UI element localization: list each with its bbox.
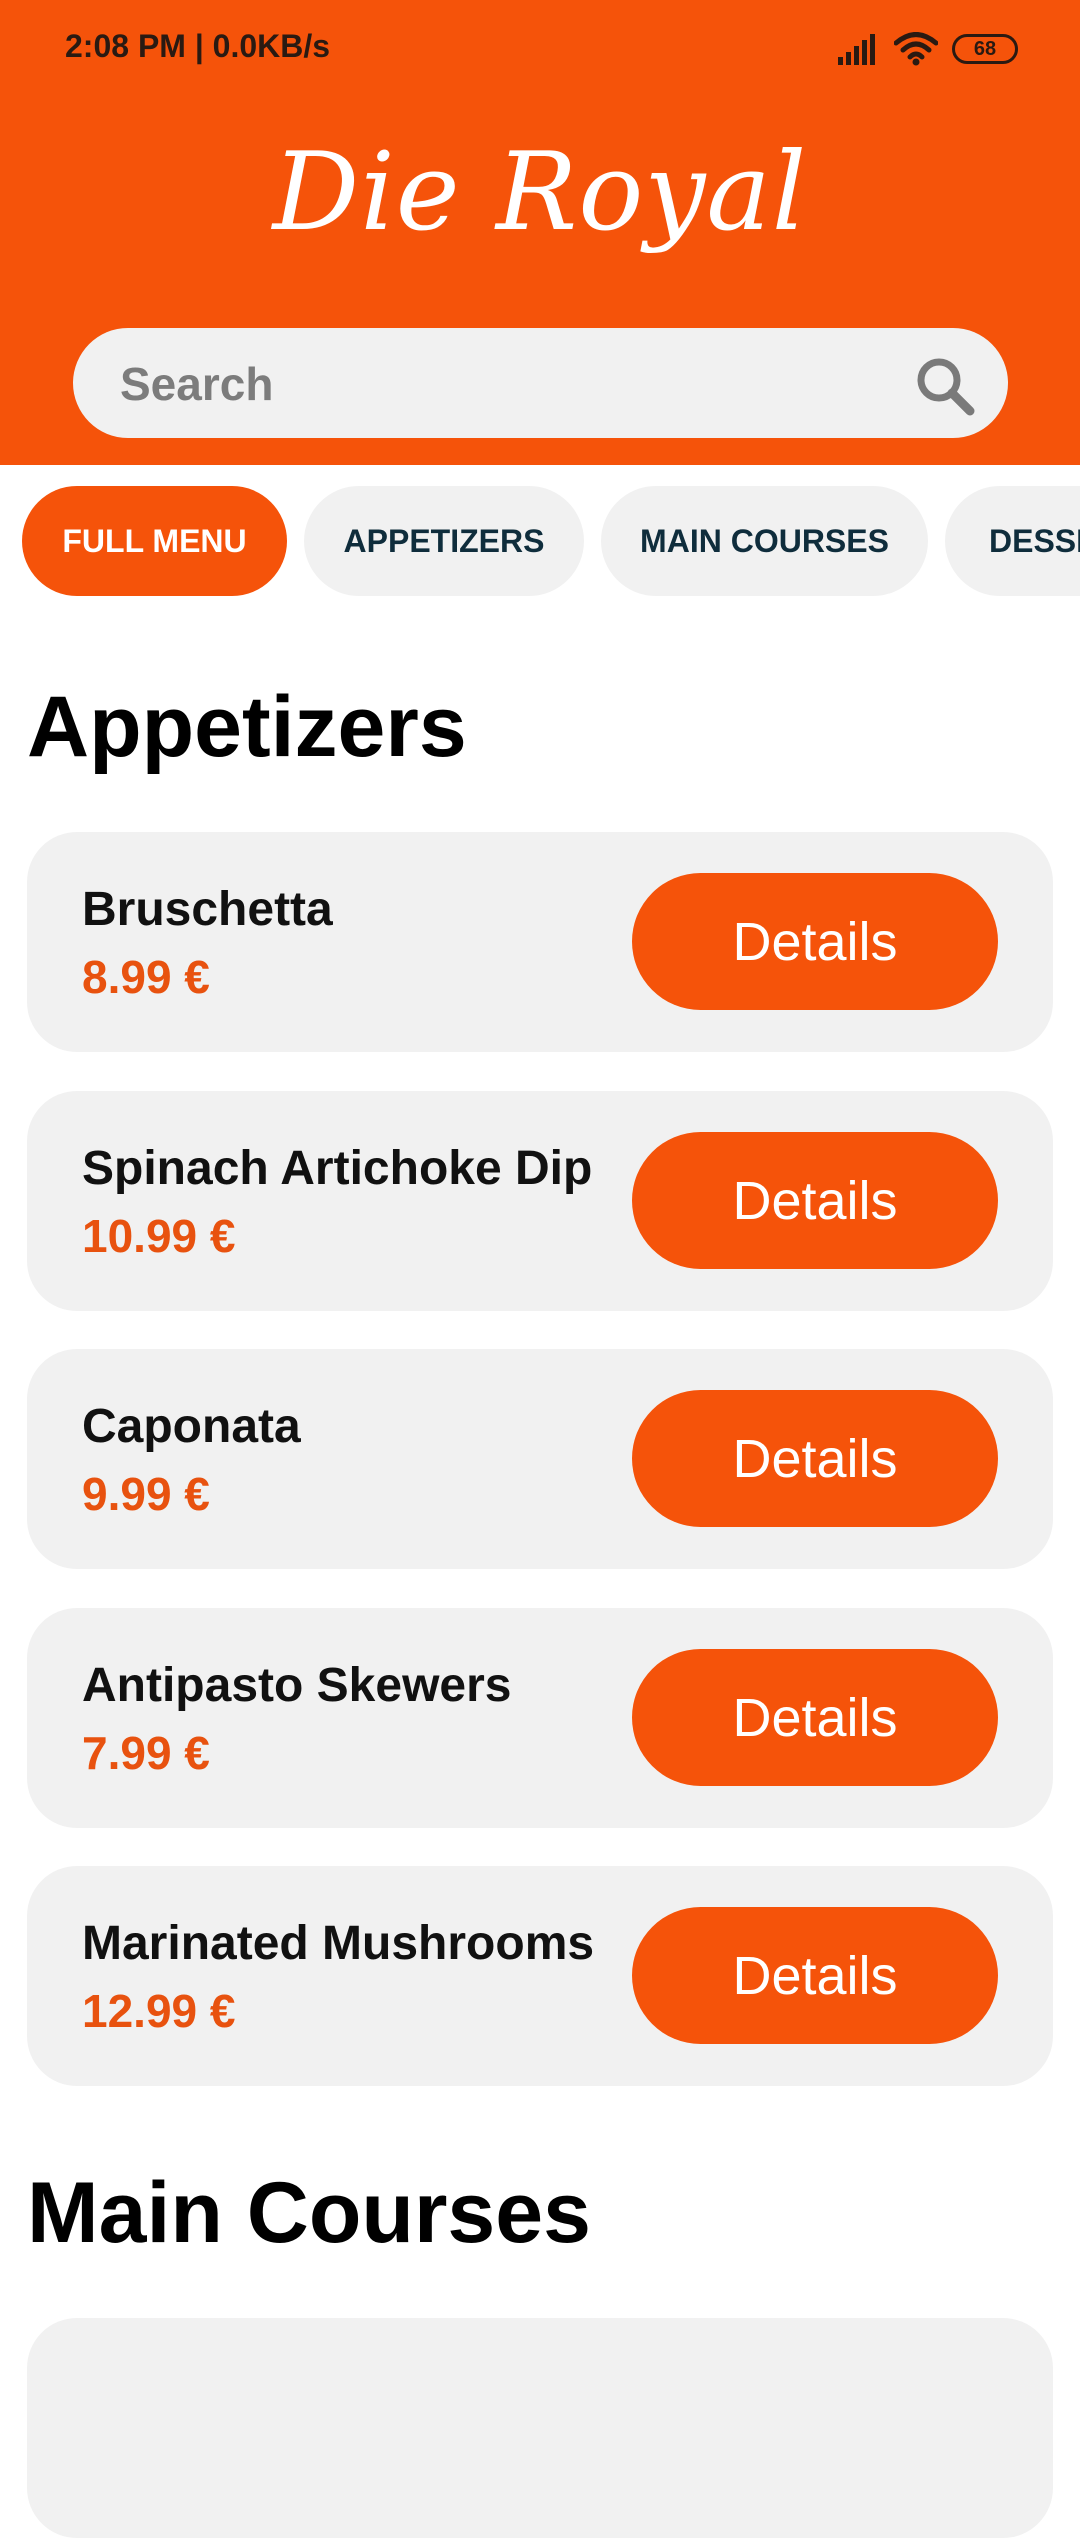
status-bar: 2:08 PM | 0.0KB/s 68 xyxy=(0,0,1080,100)
category-tabs: FULL MENU APPETIZERS MAIN COURSES DESSER… xyxy=(0,486,1080,598)
details-button[interactable]: Details xyxy=(632,873,998,1010)
app-title: Die Royal xyxy=(272,130,808,255)
item-name: Marinated Mushrooms xyxy=(82,1917,595,1970)
details-button[interactable]: Details xyxy=(632,1649,998,1786)
search-bar[interactable] xyxy=(73,328,1008,440)
tab-appetizers[interactable]: APPETIZERS xyxy=(304,486,584,596)
item-price: 9.99 € xyxy=(82,1468,210,1520)
item-price: 12.99 € xyxy=(82,1985,236,2037)
status-icons: 68 xyxy=(836,28,1018,70)
wifi-icon xyxy=(894,32,938,66)
tab-main-courses[interactable]: MAIN COURSES xyxy=(601,486,928,596)
menu-item-card: Caponata 9.99 € Details xyxy=(27,1349,1053,1569)
details-button[interactable]: Details xyxy=(632,1390,998,1527)
section-title-appetizers: Appetizers xyxy=(27,679,467,775)
search-icon[interactable] xyxy=(914,355,976,417)
menu-item-card: Marinated Mushrooms 12.99 € Details xyxy=(27,1866,1053,2086)
section-title-main-courses: Main Courses xyxy=(27,2165,591,2261)
details-button[interactable]: Details xyxy=(632,1132,998,1269)
app-header: 2:08 PM | 0.0KB/s 68 Die Royal xyxy=(0,0,1080,465)
battery-level: 68 xyxy=(973,37,997,60)
item-price: 10.99 € xyxy=(82,1210,236,1262)
details-button[interactable]: Details xyxy=(632,1907,998,2044)
menu-item-card xyxy=(27,2318,1053,2538)
item-name: Spinach Artichoke Dip xyxy=(82,1142,593,1195)
item-name: Bruschetta xyxy=(82,883,333,936)
status-time: 2:08 PM | 0.0KB/s xyxy=(65,28,331,64)
battery-icon: 68 xyxy=(952,34,1018,64)
tab-desserts[interactable]: DESSERTS xyxy=(945,486,1080,596)
signal-icon xyxy=(838,34,875,65)
item-name: Caponata xyxy=(82,1400,301,1453)
tab-full-menu[interactable]: FULL MENU xyxy=(22,486,287,596)
menu-item-card: Antipasto Skewers 7.99 € Details xyxy=(27,1608,1053,1828)
item-name: Antipasto Skewers xyxy=(82,1659,512,1712)
search-input[interactable] xyxy=(118,328,902,440)
menu-item-card: Bruschetta 8.99 € Details xyxy=(27,832,1053,1052)
item-price: 7.99 € xyxy=(82,1727,210,1779)
item-price: 8.99 € xyxy=(82,951,210,1003)
menu-item-card: Spinach Artichoke Dip 10.99 € Details xyxy=(27,1091,1053,1311)
